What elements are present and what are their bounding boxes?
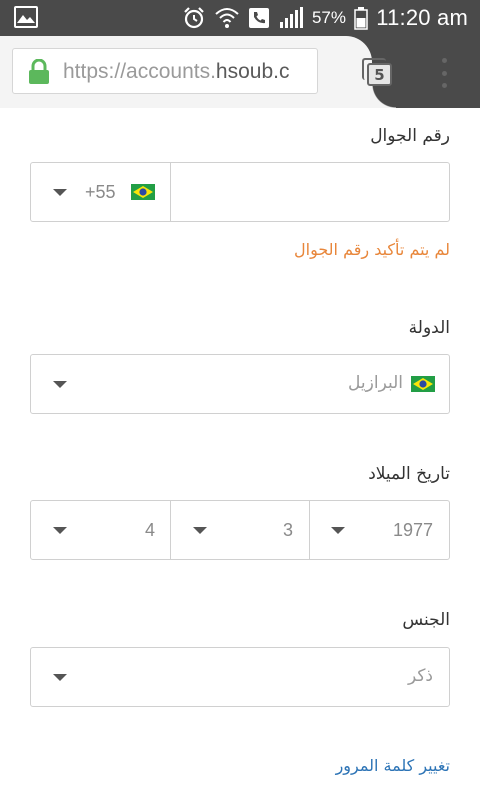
signal-icon	[279, 7, 303, 28]
birth-day-value: 4	[144, 520, 155, 540]
country-label: الدولة	[408, 318, 450, 338]
chevron-down-icon	[53, 381, 67, 388]
chevron-down-icon	[331, 527, 345, 534]
tab-count: 5	[367, 63, 392, 86]
birth-year-value: 1977	[392, 520, 433, 540]
country-value: البرازيل	[348, 373, 403, 393]
birthdate-field-group: 1977 3 4	[30, 500, 450, 560]
gender-value: ذكر	[407, 666, 433, 686]
country-code-select[interactable]: +55	[31, 163, 171, 221]
status-bar: 57% 11:20 am	[0, 0, 480, 36]
chevron-down-icon	[53, 189, 67, 196]
gender-select[interactable]: ذكر	[30, 647, 450, 707]
profile-form: رقم الجوال +55 لم يتم تأكيد رقم الجوال ا…	[0, 108, 480, 800]
lock-icon	[29, 59, 49, 84]
phone-error-message: لم يتم تأكيد رقم الجوال	[294, 240, 450, 259]
tab-switcher-button[interactable]: 5	[362, 58, 394, 88]
country-code: +55	[85, 182, 116, 202]
toolbar-tab-surface: https://accounts.hsoub.c	[0, 36, 396, 108]
url-bar[interactable]: https://accounts.hsoub.c	[12, 48, 318, 94]
browser-toolbar: https://accounts.hsoub.c 5	[0, 36, 480, 108]
gender-label: الجنس	[402, 610, 450, 630]
clock: 11:20 am	[376, 5, 468, 30]
gallery-icon	[14, 6, 38, 28]
country-select[interactable]: البرازيل	[30, 354, 450, 414]
phone-icon	[248, 8, 269, 28]
phone-field-group: +55	[30, 162, 450, 222]
url-text[interactable]: https://accounts.hsoub.c	[63, 60, 289, 84]
chevron-down-icon	[193, 527, 207, 534]
alarm-icon	[184, 7, 204, 29]
status-icons: 57%	[182, 4, 368, 32]
battery-icon	[354, 7, 368, 30]
chevron-down-icon	[53, 674, 67, 681]
birth-month-select[interactable]: 3	[170, 501, 310, 559]
battery-percent: 57%	[311, 8, 346, 27]
brazil-flag-icon	[131, 184, 155, 200]
birth-year-select[interactable]: 1977	[309, 501, 449, 559]
brazil-flag-icon	[411, 376, 435, 392]
menu-dot-icon	[441, 70, 447, 76]
wifi-icon	[215, 8, 239, 28]
overflow-menu-button[interactable]	[438, 58, 450, 88]
birth-day-select[interactable]: 4	[31, 501, 171, 559]
birth-month-value: 3	[282, 520, 293, 540]
menu-dot-icon	[441, 83, 447, 88]
menu-dot-icon	[441, 58, 447, 63]
change-password-link[interactable]: تغيير كلمة المرور	[336, 756, 450, 775]
phone-number-input[interactable]	[170, 163, 449, 221]
phone-label: رقم الجوال	[370, 126, 450, 146]
birthdate-label: تاريخ الميلاد	[368, 464, 450, 484]
chevron-down-icon	[53, 527, 67, 534]
